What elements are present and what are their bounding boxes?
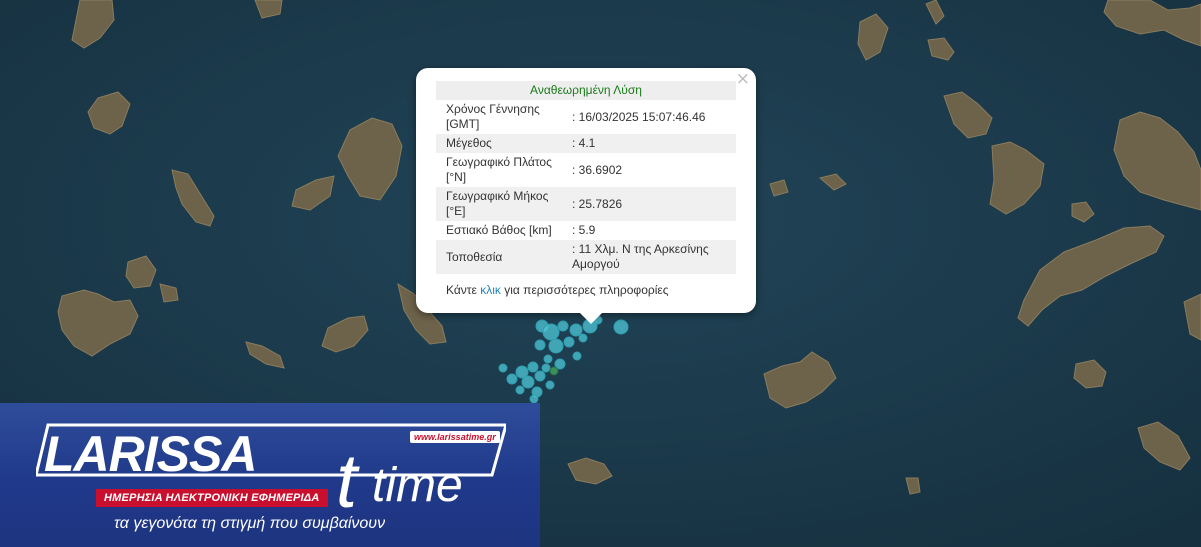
quake-marker <box>534 339 546 351</box>
magnitude-value: : 4.1 <box>568 134 736 153</box>
earthquake-info-popup: × Αναθεωρημένη Λύση Χρόνος Γέννησης [GMT… <box>416 68 756 324</box>
more-info-link[interactable]: κλικ <box>480 283 501 297</box>
quake-marker <box>506 373 518 385</box>
more-info-prefix: Κάντε <box>446 283 481 297</box>
quake-marker <box>534 370 546 382</box>
more-info-suffix: για περισσότερες πληροφορίες <box>500 283 669 297</box>
latitude-label: Γεωγραφικό Πλάτος [°N] <box>446 155 552 184</box>
quake-marker <box>569 323 583 337</box>
brand-tagline: τα γεγονότα τη στιγμή που συμβαίνουν <box>114 515 386 532</box>
quake-marker <box>548 338 564 354</box>
latitude-value: : 36.6902 <box>572 162 623 177</box>
larissatime-banner: LARISSA t time www.larissatime.gr ΗΜΕΡΗΣ… <box>0 403 540 547</box>
quake-marker <box>572 351 582 361</box>
quake-marker <box>557 320 569 332</box>
quake-marker <box>613 319 629 335</box>
brand-url: www.larissatime.gr <box>410 431 500 443</box>
origin-time-label: Χρόνος Γέννησης [GMT] <box>446 102 540 131</box>
popup-pointer <box>580 313 602 324</box>
location-value: : 11 Χλμ. Ν της Αρκεσίνης Αμοργού <box>568 240 736 274</box>
quake-marker <box>527 361 539 373</box>
quake-marker <box>545 380 555 390</box>
quake-marker <box>515 385 525 395</box>
origin-time-value: : 16/03/2025 15:07:46.46 <box>572 109 706 124</box>
selected-quake-marker[interactable] <box>549 366 559 376</box>
close-icon[interactable]: × <box>736 70 750 88</box>
quake-marker <box>543 354 553 364</box>
quake-marker <box>521 375 535 389</box>
magnitude-label: Μέγεθος <box>436 134 568 153</box>
quake-marker <box>529 394 539 404</box>
earthquake-info-table: Αναθεωρημένη Λύση Χρόνος Γέννησης [GMT] … <box>436 81 736 274</box>
quake-marker <box>563 336 575 348</box>
brand-subtitle: ΗΜΕΡΗΣΙΑ ΗΛΕΚΤΡΟΝΙΚΗ ΕΦΗΜΕΡΙΔΑ <box>96 489 328 507</box>
depth-value: : 5.9 <box>572 223 596 237</box>
brand-left-text: LARISSA <box>44 426 256 482</box>
quake-marker <box>541 363 551 373</box>
quake-marker <box>542 323 560 341</box>
depth-label: Εστιακό Βάθος [km] <box>446 223 552 237</box>
location-label: Τοποθεσία <box>436 240 568 274</box>
brand-t-letter: t <box>336 439 360 509</box>
longitude-value: : 25.7826 <box>568 187 736 221</box>
brand-right-text: time <box>372 459 463 509</box>
more-info-line: Κάντε κλικ για περισσότερες πληροφορίες <box>446 283 669 297</box>
quake-marker <box>578 333 588 343</box>
popup-header: Αναθεωρημένη Λύση <box>436 81 736 100</box>
quake-marker <box>498 363 508 373</box>
longitude-label: Γεωγραφικό Μήκος [°E] <box>436 187 568 221</box>
